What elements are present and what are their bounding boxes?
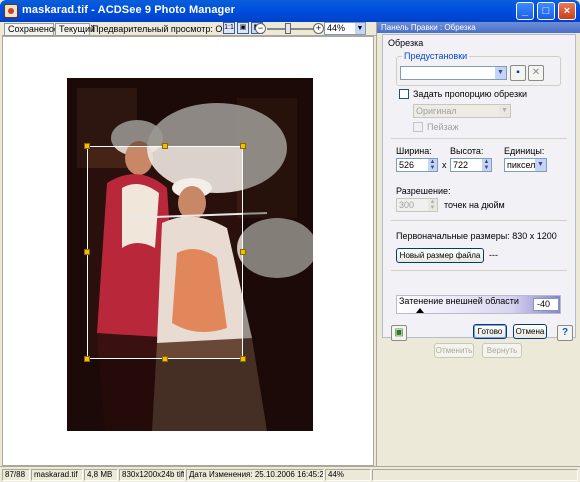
crop-handle-top-left[interactable]	[84, 143, 90, 149]
title-bar: maskarad.tif - ACDSee 9 Photo Manager _ …	[0, 0, 580, 22]
delete-preset-icon[interactable]: ✕	[528, 65, 544, 81]
zoom-in-icon[interactable]: +	[313, 23, 324, 34]
zoom-slider-thumb[interactable]	[285, 23, 291, 34]
chevron-down-icon: ▼	[355, 23, 365, 34]
presets-group: Предустановки ▼ ▪ ✕	[396, 51, 561, 86]
shade-top	[67, 78, 313, 146]
zoom-out-icon[interactable]: −	[255, 23, 266, 34]
width-value: 526	[399, 160, 415, 170]
shade-slider-pointer[interactable]	[416, 308, 424, 313]
shade-right	[243, 146, 313, 359]
help-icon[interactable]: ?	[557, 325, 573, 341]
actual-size-icon[interactable]: 1:1	[223, 22, 235, 34]
landscape-checkbox[interactable]	[413, 122, 423, 132]
separator	[391, 138, 567, 139]
preview-label: Предварительный просмотр: Об	[92, 24, 222, 34]
undo-button[interactable]: Отменить	[434, 343, 474, 358]
units-select[interactable]: пиксели ▼	[504, 158, 547, 172]
crop-handle-top-right[interactable]	[240, 143, 246, 149]
original-size-text: Первоначальные размеры: 830 x 1200	[396, 231, 557, 241]
height-spinner[interactable]: ▲ ▼	[482, 159, 491, 171]
crop-handle-bottom-left[interactable]	[84, 356, 90, 362]
edit-panel: Панель Правки : Обрезка Обрезка Предуста…	[376, 22, 580, 468]
status-bar: 87/88 maskarad.tif 4,8 MB 830x1200x24b t…	[0, 466, 580, 482]
aspect-ratio-checkbox[interactable]	[399, 89, 409, 99]
crop-handle-top[interactable]	[162, 143, 168, 149]
status-empty	[372, 469, 578, 481]
redo-button[interactable]: Вернуть	[482, 343, 522, 358]
done-button[interactable]: Готово	[473, 324, 507, 339]
crop-handle-left[interactable]	[84, 249, 90, 255]
aspect-ratio-select[interactable]: Оригинал ▼	[413, 104, 511, 118]
fit-image-icon[interactable]: ▣	[237, 22, 249, 34]
resolution-units: точек на дюйм	[444, 200, 505, 210]
status-filesize: 4,8 MB	[84, 469, 118, 481]
width-input[interactable]: 526 ▲ ▼	[396, 158, 438, 172]
cancel-button[interactable]: Отмена	[513, 324, 547, 339]
separator	[391, 270, 567, 271]
landscape-label: Пейзаж	[427, 122, 459, 132]
status-modified: Дата Изменения: 25.10.2006 16:45:25	[186, 469, 324, 481]
width-label: Ширина:	[396, 146, 432, 156]
preview-toolbar: Сохраненое Текущий Предварительный просм…	[2, 22, 376, 36]
presets-legend: Предустановки	[402, 51, 470, 61]
height-value: 722	[453, 160, 469, 170]
crop-section-title: Обрезка	[388, 38, 424, 48]
chevron-down-icon: ▼	[499, 105, 510, 117]
shade-bottom	[67, 359, 313, 431]
crop-handle-right[interactable]	[240, 249, 246, 255]
resolution-label: Разрешение:	[396, 186, 451, 196]
window-title: maskarad.tif - ACDSee 9 Photo Manager	[22, 4, 235, 16]
minimize-button[interactable]: _	[516, 2, 534, 20]
status-zoom: 44%	[325, 469, 371, 481]
chevron-down-icon: ▼	[535, 159, 546, 171]
aspect-ratio-label: Задать пропорцию обрезки	[413, 89, 528, 99]
panel-options-icon[interactable]: ▣	[391, 325, 407, 341]
edit-panel-title: Панель Правки : Обрезка	[377, 22, 580, 33]
resolution-spinner[interactable]: ▲ ▼	[428, 199, 437, 211]
aspect-ratio-value: Оригинал	[416, 106, 457, 116]
units-label: Единицы:	[504, 146, 545, 156]
preview-canvas[interactable]	[2, 36, 374, 466]
tab-current[interactable]: Текущий	[55, 23, 95, 36]
chevron-down-icon: ▼	[495, 67, 506, 79]
status-dimensions: 830x1200x24b tiff	[119, 469, 185, 481]
crop-section: Обрезка Предустановки ▼ ▪ ✕ Задать пропо…	[382, 34, 576, 338]
height-input[interactable]: 722 ▲ ▼	[450, 158, 492, 172]
status-filename: maskarad.tif	[31, 469, 83, 481]
crop-handle-bottom-right[interactable]	[240, 356, 246, 362]
shade-outside-value[interactable]: -40	[533, 298, 559, 311]
new-file-size-button[interactable]: Новый размер файла	[396, 248, 484, 263]
acdsee-app-icon[interactable]	[4, 4, 18, 18]
shade-outside-label: Затенение внешней области	[399, 296, 519, 306]
separator	[391, 220, 567, 221]
height-label: Высота:	[450, 146, 484, 156]
resolution-value: 300	[399, 200, 415, 210]
resolution-input[interactable]: 300 ▲ ▼	[396, 198, 438, 212]
width-spinner[interactable]: ▲ ▼	[428, 159, 437, 171]
maximize-button[interactable]: □	[537, 2, 555, 20]
tab-saved[interactable]: Сохраненое	[4, 23, 59, 36]
zoom-select[interactable]: 44% ▼	[324, 22, 366, 35]
new-file-size-value: ---	[489, 250, 498, 260]
zoom-slider-track[interactable]	[267, 28, 315, 30]
zoom-select-value: 44%	[327, 23, 346, 33]
save-preset-icon[interactable]: ▪	[510, 65, 526, 81]
crop-handle-bottom[interactable]	[162, 356, 168, 362]
times-sign: x	[442, 160, 447, 170]
status-index: 87/88	[2, 469, 30, 481]
close-button[interactable]: ×	[558, 2, 576, 20]
presets-select[interactable]: ▼	[400, 66, 507, 80]
crop-rectangle[interactable]	[87, 146, 243, 359]
